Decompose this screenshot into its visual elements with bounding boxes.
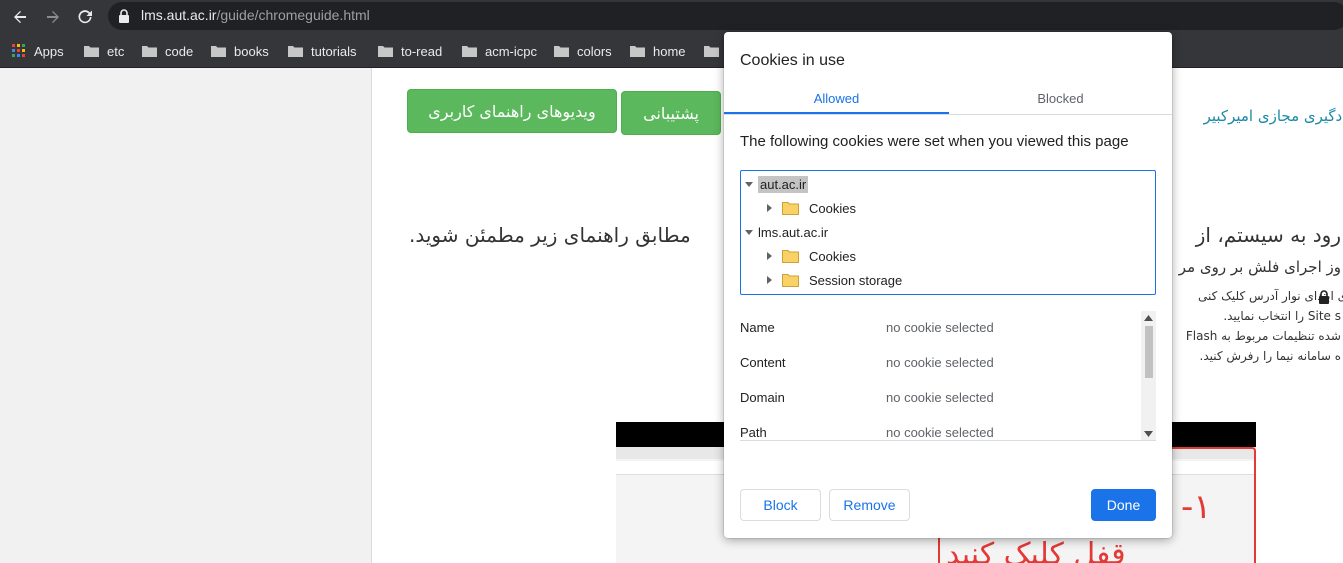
video-step-caption: قفل کلیک کنید [946,537,1126,563]
bookmark-folder-to-read[interactable]: to-read [378,42,442,60]
detail-row-path: Path no cookie selected [740,425,1140,440]
site-title-link[interactable]: یادگیری مجازی امیرکبیر [1204,107,1343,125]
dialog-title: Cookies in use [740,52,845,69]
bookmark-folder-colors[interactable]: colors [554,42,612,60]
bookmark-label: colors [577,43,612,59]
tree-node-cookies[interactable]: Cookies [767,198,856,218]
tab-blocked[interactable]: Blocked [949,91,1172,115]
details-scrollbar[interactable] [1141,311,1156,440]
detail-value: no cookie selected [886,425,994,440]
detail-label: Content [740,355,786,370]
apps-grid-icon [12,44,25,57]
expand-arrow-icon[interactable] [745,229,753,235]
tree-node-session-storage[interactable]: Session storage [767,270,902,290]
bookmark-apps[interactable]: Apps [12,42,64,60]
reload-icon [78,10,92,24]
folder-icon [704,46,719,57]
video-step-number: ۱- [1181,487,1212,527]
detail-row-content: Content no cookie selected [740,355,1140,375]
forward-button[interactable] [41,5,65,29]
tree-node-cookies[interactable]: Cookies [767,246,856,266]
instruction-heading-right: رود به سیستم، از [1195,223,1341,247]
left-gutter [0,68,372,563]
expand-arrow-icon[interactable] [745,181,753,187]
folder-icon [782,273,799,287]
back-button[interactable] [8,5,32,29]
folder-icon [142,46,157,57]
detail-value: no cookie selected [886,390,994,405]
scroll-down-icon[interactable] [1144,431,1153,437]
detail-label: Name [740,320,775,335]
arrow-left-icon [14,11,26,23]
dialog-description: The following cookies were set when you … [740,133,1129,150]
cookies-in-use-dialog: Cookies in use Allowed Blocked The follo… [724,32,1172,538]
lock-icon[interactable] [118,9,130,23]
tab-divider [724,114,1172,115]
bookmark-label: code [165,43,194,59]
folder-icon [782,249,799,263]
support-button[interactable]: پشتیبانی [621,91,721,135]
bookmark-label: to-read [401,43,443,59]
bookmark-folder-books[interactable]: books [211,42,269,60]
tree-node-lms-aut-ac-ir[interactable]: lms.aut.ac.ir [745,222,828,242]
tab-active-indicator [724,112,949,114]
folder-icon [288,46,303,57]
url-text[interactable]: lms.aut.ac.ir/guide/chromeguide.html [141,7,370,23]
bookmark-folder-home[interactable]: home [630,42,686,60]
bookmark-label: home [653,43,686,59]
bookmark-folder-etc[interactable]: etc [84,42,124,60]
folder-icon [84,46,99,57]
scrollbar-thumb[interactable] [1145,326,1153,378]
bookmark-folder-tutorials[interactable]: tutorials [288,42,357,60]
folder-icon [782,201,799,215]
tree-node-label: Cookies [809,248,856,264]
collapse-arrow-icon[interactable] [767,204,772,212]
done-button[interactable]: Done [1091,489,1156,521]
bookmark-label: acm-icpc [485,43,538,59]
url-host: lms.aut.ac.ir [141,7,217,23]
folder-icon [211,46,226,57]
url-path: /guide/chromeguide.html [216,7,370,23]
bookmark-folder-acm-icpc[interactable]: acm-icpc [462,42,537,60]
reload-button[interactable] [73,5,97,29]
tree-node-label: lms.aut.ac.ir [758,224,829,240]
scroll-up-icon[interactable] [1144,315,1153,321]
detail-value: no cookie selected [886,320,994,335]
instruction-heading-left: مطابق راهنمای زیر مطمئن شوید. [409,223,691,247]
tree-node-label: Session storage [809,272,903,288]
step-4-text: ه سامانه نیما را رفرش کنید. [1199,349,1341,363]
detail-row-name: Name no cookie selected [740,320,1140,340]
user-guide-videos-button[interactable]: ویدیوهای راهنمای کاربری [407,89,617,133]
collapse-arrow-icon[interactable] [767,276,772,284]
bookmark-label: books [234,43,269,59]
bookmark-label: tutorials [311,43,357,59]
tree-node-label: Cookies [809,200,856,216]
detail-value: no cookie selected [886,355,994,370]
folder-icon [378,46,393,57]
cookie-details-panel[interactable]: Name no cookie selected Content no cooki… [740,311,1156,441]
bookmark-label: Apps [34,43,64,59]
tree-node-label: aut.ac.ir [758,175,809,193]
step-2-text: Site s را انتخاب نمایید. [1223,309,1341,323]
folder-icon [462,46,477,57]
remove-button[interactable]: Remove [829,489,910,521]
step-3-text: شده تنظیمات مربوط به Flash [1185,329,1341,343]
detail-label: Domain [740,390,785,405]
detail-label: Path [740,425,767,440]
cookie-tree[interactable]: aut.ac.ir Cookies lms.aut.ac.ir Cookies … [740,170,1156,295]
folder-icon [554,46,569,57]
collapse-arrow-icon[interactable] [767,252,772,260]
bookmark-folder-code[interactable]: code [142,42,193,60]
block-button[interactable]: Block [740,489,821,521]
arrow-right-icon [47,11,59,23]
lock-icon [1319,290,1329,304]
browser-toolbar: lms.aut.ac.ir/guide/chromeguide.html [0,0,1343,33]
tree-node-aut-ac-ir[interactable]: aut.ac.ir [745,174,809,194]
instruction-subheading: وز اجرای فلش بر روی مر [1178,258,1341,276]
detail-row-domain: Domain no cookie selected [740,390,1140,410]
folder-icon [630,46,645,57]
bookmark-label: etc [107,43,125,59]
